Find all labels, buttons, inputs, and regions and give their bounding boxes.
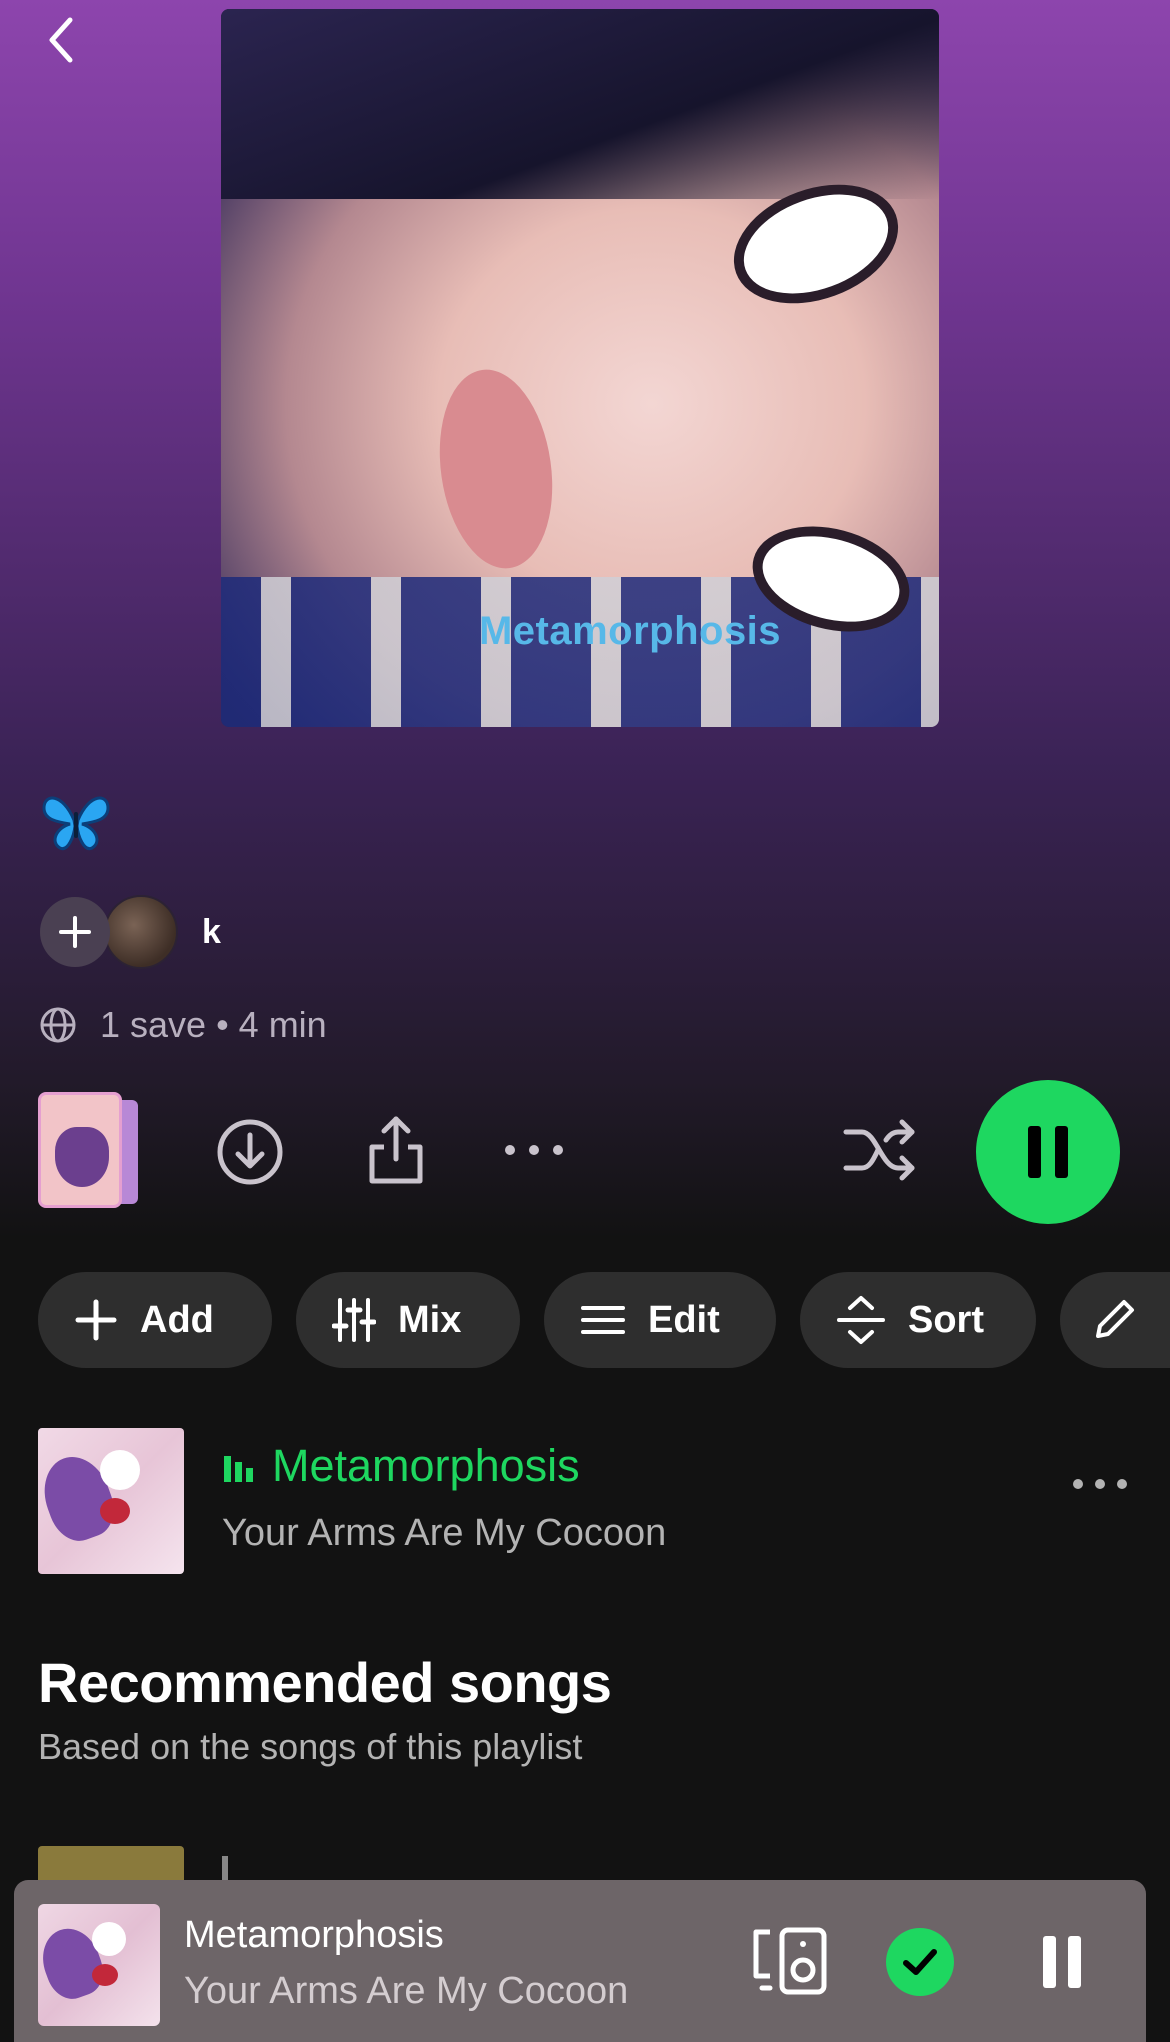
sort-icon — [837, 1296, 885, 1344]
now-playing-title: Metamorphosis — [184, 1914, 444, 1956]
track-title: Metamorphosis — [222, 1440, 580, 1492]
chevron-left-icon — [49, 17, 73, 63]
globe-icon — [40, 1007, 76, 1043]
back-button[interactable] — [34, 10, 90, 66]
mix-chip[interactable]: Mix — [296, 1272, 520, 1368]
now-playing-artwork — [38, 1904, 160, 2026]
now-playing-bar[interactable]: Metamorphosis Your Arms Are My Cocoon — [14, 1880, 1146, 2042]
cover-overlay-text: Metamorphosis — [478, 609, 782, 653]
sort-chip-label: Sort — [908, 1298, 984, 1341]
recommended-title: Recommended songs — [38, 1651, 612, 1714]
owner-avatar[interactable] — [104, 895, 178, 969]
more-horizontal-icon — [1073, 1479, 1127, 1489]
list-icon — [581, 1306, 625, 1334]
saved-check-button[interactable] — [886, 1928, 954, 1996]
action-row — [0, 1080, 1170, 1224]
playlist-chips: Add Mix Edit Sort — [38, 1272, 1170, 1368]
owner-name[interactable]: k — [202, 913, 221, 952]
playlist-meta: 1 save • 4 min — [38, 1004, 327, 1046]
track-title-text: Metamorphosis — [272, 1440, 580, 1491]
pause-icon-bar-left — [1043, 1936, 1056, 1988]
playlist-title-butterfly-icon — [40, 790, 112, 852]
share-icon — [369, 1116, 423, 1184]
edit-chip-label: Edit — [648, 1298, 720, 1341]
mini-pause-button[interactable] — [1032, 1932, 1092, 1992]
more-horizontal-icon — [505, 1145, 563, 1155]
edit-chip[interactable]: Edit — [544, 1272, 776, 1368]
add-collaborator-button[interactable] — [40, 897, 110, 967]
pause-button[interactable] — [976, 1080, 1120, 1224]
more-options-button[interactable] — [502, 1130, 566, 1170]
plus-icon — [75, 1299, 117, 1341]
recommended-subtitle: Based on the songs of this playlist — [38, 1726, 583, 1767]
track-row[interactable]: Metamorphosis Your Arms Are My Cocoon — [38, 1428, 1132, 1574]
add-chip-label: Add — [140, 1298, 214, 1341]
sliders-icon — [332, 1298, 376, 1342]
share-button[interactable] — [362, 1112, 430, 1188]
add-chip[interactable]: Add — [38, 1272, 272, 1368]
pause-icon-bar-right — [1068, 1936, 1081, 1988]
preview-cover-stack[interactable] — [38, 1090, 138, 1210]
pencil-icon — [1096, 1300, 1134, 1338]
mix-chip-label: Mix — [398, 1298, 462, 1341]
speaker-device-icon — [753, 1927, 827, 1995]
download-button[interactable] — [214, 1116, 286, 1188]
saves-duration-text: 1 save • 4 min — [100, 1004, 327, 1045]
track-artist: Your Arms Are My Cocoon — [222, 1512, 667, 1554]
playlist-cover-image: Metamorphosis — [221, 9, 939, 727]
owner-row: k — [40, 895, 221, 969]
track-artwork — [38, 1428, 184, 1574]
download-icon — [217, 1119, 283, 1185]
plus-icon — [59, 916, 91, 948]
check-icon — [903, 1949, 937, 1975]
connect-device-button[interactable] — [750, 1926, 830, 1996]
now-playing-equalizer-icon — [224, 1456, 253, 1482]
shuffle-icon — [843, 1119, 915, 1181]
pause-icon — [1028, 1126, 1068, 1178]
now-playing-artist: Your Arms Are My Cocoon — [184, 1970, 629, 2012]
sort-chip[interactable]: Sort — [800, 1272, 1036, 1368]
track-more-button[interactable] — [1072, 1474, 1132, 1524]
shuffle-button[interactable] — [842, 1118, 918, 1182]
edit-details-chip[interactable] — [1060, 1272, 1170, 1368]
